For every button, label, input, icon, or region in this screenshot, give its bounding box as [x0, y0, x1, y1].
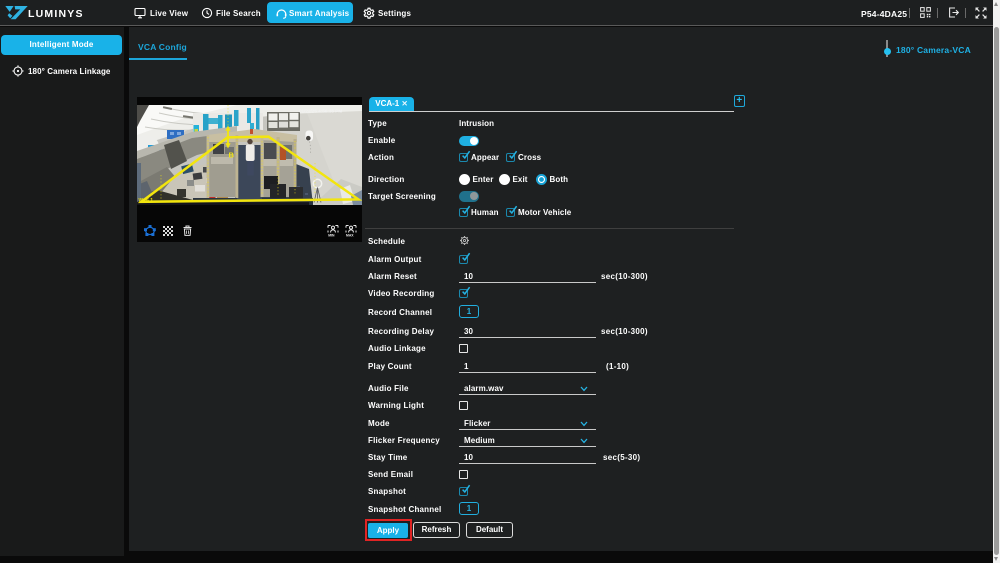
svg-text:MIN: MIN: [328, 233, 335, 236]
svg-text:B: B: [229, 150, 235, 159]
svg-text:01/22/25 4:56:38 PM: 01/22/25 4:56:38 PM: [299, 108, 342, 113]
svg-text:W=6.1: W=6.1: [139, 198, 154, 204]
svg-text:MAX: MAX: [346, 233, 354, 236]
